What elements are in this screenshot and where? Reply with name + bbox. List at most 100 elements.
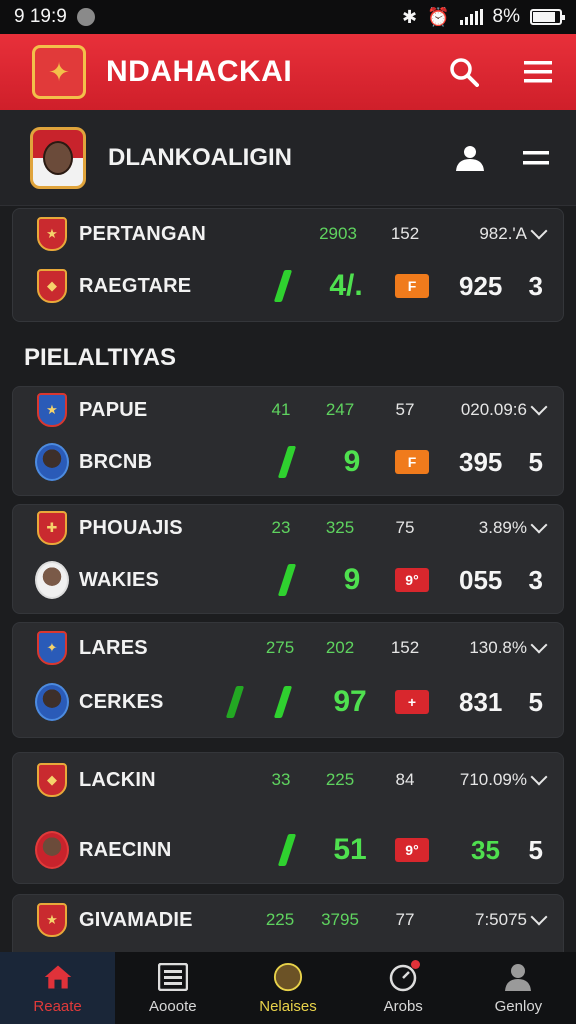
status-time: 9 19:9 [14, 6, 67, 27]
search-button[interactable] [446, 54, 482, 90]
total-value: 055 [459, 564, 503, 595]
card-tag: 9° [395, 568, 429, 592]
stat-value: 2903 [319, 224, 357, 243]
match-card[interactable]: ★ PAPUE 41 247 57 020.09:6 BRCNB 9 F 395… [12, 386, 564, 496]
form-slash-icon [277, 446, 297, 478]
stat-value: 225 [265, 910, 295, 929]
chevron-down-icon[interactable] [530, 636, 548, 654]
percent-value: 020.09:6 [460, 398, 548, 420]
percent-text: 982.'A [479, 224, 527, 243]
app-bar: ✦ NDAHACKAI [0, 34, 576, 110]
club-crest-icon: ✦ [37, 631, 67, 665]
chevron-down-icon[interactable] [530, 768, 548, 786]
stat-value: 3795 [321, 910, 359, 929]
row-name: WAKIES [79, 568, 160, 591]
card-tag: F [395, 450, 429, 474]
score-value: 9 [343, 445, 361, 478]
card-bottom-row: BRCNB 9 F 395 5 [13, 439, 565, 485]
stat-value: 77 [395, 910, 415, 929]
player-avatar [35, 443, 69, 481]
player-avatar [35, 831, 69, 869]
ball-icon [273, 962, 303, 992]
percent-value: 3.89% [479, 516, 548, 538]
stat-value: 275 [265, 638, 295, 657]
stat-value: 75 [395, 518, 415, 537]
menu-button[interactable] [520, 54, 556, 90]
chevron-down-icon[interactable] [530, 398, 548, 416]
team-avatar [30, 126, 86, 189]
rank-value: 3 [528, 564, 543, 595]
club-crest-icon: ◆ [37, 269, 67, 303]
stat-value: 247 [325, 400, 355, 419]
total-value: 831 [459, 686, 503, 717]
card-tag: 9° [395, 838, 429, 862]
card-top-row: ★ PAPUE 41 247 57 020.09:6 [13, 387, 565, 433]
stat-value: 41 [271, 400, 291, 419]
stat-value: 225 [325, 770, 355, 789]
nav-label: Arobs [383, 997, 423, 1015]
featured-top-row: ★ PERTANGAN 2903 152 982.'A [13, 211, 565, 257]
profile-button[interactable] [452, 140, 488, 176]
row-name: BRCNB [79, 450, 153, 473]
chevron-down-icon[interactable] [530, 516, 548, 534]
row-name: LACKIN [79, 768, 156, 791]
nav-item-profile[interactable]: Genloy [461, 952, 576, 1024]
stat-value: 84 [395, 770, 415, 789]
row-name: PHOUAJIS [79, 516, 183, 539]
nav-item-home[interactable]: Reaate [0, 952, 116, 1024]
section-title: PIELALTIYAS [24, 344, 177, 371]
match-card[interactable]: ✦ LARES 275 202 152 130.8% CERKES 97 + 8… [12, 622, 564, 738]
options-button[interactable] [518, 140, 554, 176]
form-slash-icon [277, 834, 297, 866]
total-value: 35 [471, 834, 500, 865]
percent-text: 020.09:6 [460, 400, 527, 419]
score-value: 97 [333, 685, 367, 718]
row-name: RAECINN [79, 838, 172, 861]
player-avatar [35, 561, 69, 599]
card-top-row: ◆ LACKIN 33 225 84 710.09% [13, 757, 565, 803]
score-value: 4/. [329, 269, 363, 302]
card-bottom-row: RAECINN 51 9° 35 5 [13, 827, 565, 873]
form-slash-icon [273, 686, 293, 718]
user-icon [456, 145, 484, 171]
nav-item-scores[interactable]: Aooote [115, 952, 230, 1024]
nav-item-live[interactable]: Arobs [346, 952, 461, 1024]
scoreboard-icon [157, 962, 188, 992]
hamburger-icon [524, 61, 552, 83]
rank-value: 5 [528, 446, 543, 477]
chevron-down-icon[interactable] [530, 222, 548, 240]
signal-icon [459, 9, 483, 25]
match-card[interactable]: ◆ LACKIN 33 225 84 710.09% RAECINN 51 9°… [12, 752, 564, 884]
stat-value: 152 [390, 638, 420, 657]
nav-item-matches[interactable]: Nelaises [230, 952, 345, 1024]
card-bottom-row: WAKIES 9 9° 055 3 [13, 557, 565, 603]
percent-value: 7:5075 [475, 908, 548, 930]
stat-value: 325 [325, 518, 355, 537]
rank-value: 5 [528, 686, 543, 717]
stat-value: 152 [390, 224, 420, 243]
percent-text: 7:5075 [475, 910, 527, 929]
card-bottom-row: CERKES 97 + 831 5 [13, 679, 565, 725]
featured-match-card[interactable]: ★ PERTANGAN 2903 152 982.'A ◆ RAEGTARE 4… [12, 208, 564, 322]
nav-label: Genloy [494, 997, 543, 1015]
score-value: 9 [343, 563, 361, 596]
total-value: 395 [459, 446, 503, 477]
chevron-down-icon[interactable] [530, 908, 548, 926]
club-crest-icon: ★ [37, 393, 67, 427]
row-name: PAPUE [79, 398, 148, 421]
nav-label: Nelaises [259, 997, 317, 1015]
team-header: DLANKOALIGIN [0, 110, 576, 206]
team-name: DLANKOALIGIN [108, 143, 292, 171]
status-bar: 9 19:9 ✱ ⏰ 8% [0, 0, 576, 34]
notification-dot [411, 959, 421, 969]
bottom-navigation: Reaate Aooote Nelaises Arobs Genloy [0, 952, 576, 1024]
card-top-row: ✦ LARES 275 202 152 130.8% [13, 625, 565, 671]
stat-value: 23 [271, 518, 291, 537]
match-card[interactable]: ✚ PHOUAJIS 23 325 75 3.89% WAKIES 9 9° 0… [12, 504, 564, 614]
timer-icon [388, 959, 421, 992]
bluetooth-icon: ✱ [402, 6, 418, 27]
club-crest-icon: ★ [37, 217, 67, 251]
row-name: LARES [79, 636, 148, 659]
app-logo: ✦ [32, 45, 86, 99]
form-slash-icon [277, 564, 297, 596]
